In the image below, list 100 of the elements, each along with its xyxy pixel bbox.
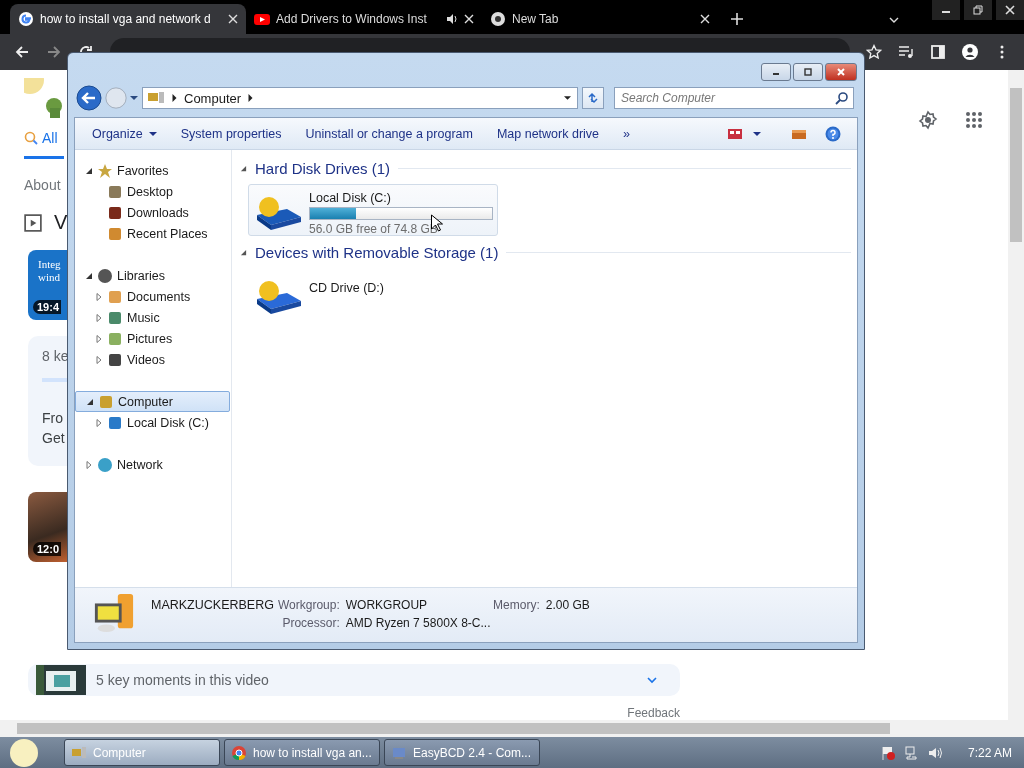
minimize-button[interactable] [761, 63, 791, 81]
expanded-icon[interactable] [240, 248, 247, 256]
detail-value: WORKGROUP [345, 598, 429, 612]
refresh-button[interactable] [582, 87, 604, 109]
duration-badge: 19:4 [33, 300, 62, 314]
collapsed-icon[interactable] [95, 313, 103, 322]
toolbar-button[interactable]: System properties [173, 122, 289, 145]
play-icon [254, 11, 270, 27]
scrollbar[interactable] [0, 720, 1024, 737]
collapsed-icon[interactable] [95, 334, 103, 343]
expanded-icon[interactable] [86, 397, 94, 406]
browser-tab[interactable]: Add Drivers to Windows Inst [246, 4, 482, 34]
nav-tree-item[interactable]: Desktop [75, 181, 230, 202]
section-heading: V [54, 211, 68, 234]
nav-tree-item[interactable]: Libraries [75, 265, 230, 286]
close-icon[interactable] [996, 0, 1024, 20]
drive-item[interactable]: CD Drive (D:) [248, 268, 498, 320]
video-thumbnail[interactable]: 12:0 [28, 492, 67, 562]
close-icon [836, 67, 846, 77]
computer-name: MARKZUCKERBERG [151, 598, 274, 612]
arrow-icon [171, 94, 178, 102]
arrow-icon [247, 94, 255, 102]
detail-label: Workgroup: [277, 598, 340, 612]
flag-icon[interactable] [879, 744, 896, 761]
refresh-icon [586, 91, 600, 105]
browser-logo-icon [490, 11, 506, 27]
browser-logo-icon [231, 744, 247, 761]
side-panel-icon[interactable] [930, 44, 946, 60]
nav-tree-item[interactable]: Music [75, 307, 230, 328]
new-tab-icon[interactable] [730, 12, 744, 26]
dropdown-icon[interactable] [564, 94, 571, 102]
collapsed-icon[interactable] [95, 292, 103, 301]
playlist-icon[interactable] [898, 44, 914, 60]
video-icon [24, 213, 42, 232]
nav-tree-item[interactable]: Downloads [75, 202, 230, 223]
star-icon[interactable] [866, 44, 882, 60]
reload-icon[interactable] [78, 44, 94, 52]
group-heading: Hard Disk Drives (1) [255, 159, 390, 177]
maximize-icon [803, 67, 813, 77]
detail-label: Memory: [493, 598, 540, 612]
collapsed-icon[interactable] [95, 355, 103, 364]
expanded-icon[interactable] [85, 271, 93, 280]
nav-tree-item[interactable]: Network [75, 454, 230, 475]
help-icon[interactable] [825, 125, 841, 142]
nav-tree-item[interactable]: Pictures [75, 328, 230, 349]
caret-icon[interactable] [753, 129, 761, 138]
back-button[interactable] [76, 85, 102, 111]
nav-tree-item[interactable]: Documents [75, 286, 230, 307]
close-button[interactable] [825, 63, 857, 81]
browser-tab[interactable]: how to install vga and network d [10, 4, 246, 34]
collapsed-icon[interactable] [85, 460, 93, 469]
maximize-button[interactable] [793, 63, 823, 81]
more-button[interactable]: » [616, 122, 637, 145]
about-text: About [24, 177, 61, 193]
detail-label: Processor: [281, 616, 340, 630]
toolbar-button[interactable]: Map network drive [489, 122, 607, 145]
star-icon [97, 162, 113, 179]
detail-value: AMD Ryzen 7 5800X 8-C... [345, 616, 492, 630]
chevron-icon [646, 674, 658, 686]
search-tab[interactable]: All [24, 130, 64, 159]
snippet-text: Fro Get [42, 409, 65, 448]
scrollbar[interactable] [1008, 70, 1024, 720]
browser-tab[interactable]: New Tab [482, 4, 718, 34]
toolbar-button[interactable]: Organize [85, 122, 164, 145]
feedback-link[interactable]: Feedback [627, 706, 680, 720]
settings-icon[interactable] [918, 110, 938, 130]
detail-value: 2.00 GB [545, 598, 590, 612]
google-icon [18, 11, 34, 27]
dropdown-icon[interactable] [130, 94, 138, 102]
close-icon[interactable] [700, 14, 710, 24]
nav-tree-item[interactable]: Local Disk (C:) [75, 412, 230, 433]
speaker-icon[interactable] [446, 13, 458, 25]
video-thumbnail[interactable]: Integ wind 19:4 [28, 250, 67, 320]
expanded-icon[interactable] [85, 166, 93, 175]
minimize-icon[interactable] [932, 0, 960, 20]
key-moments-row[interactable]: 5 key moments in this video [28, 664, 680, 696]
back-icon[interactable] [14, 44, 30, 60]
apps-icon[interactable] [964, 110, 984, 130]
duration-badge: 12:0 [33, 542, 62, 556]
nav-tree-item[interactable]: Favorites [75, 160, 230, 181]
profile-icon[interactable] [962, 44, 978, 60]
toolbar-button[interactable]: Uninstall or change a program [298, 122, 480, 145]
nav-tree-item[interactable]: Recent Places [75, 223, 230, 244]
search-icon [24, 131, 38, 145]
restore-icon[interactable] [964, 0, 992, 20]
nav-tree-item[interactable]: Videos [75, 349, 230, 370]
close-icon[interactable] [228, 14, 238, 24]
close-icon[interactable] [464, 14, 474, 24]
search-icon [835, 91, 849, 105]
search-field[interactable]: Search Computer [614, 87, 854, 109]
doodle-drawing [24, 78, 64, 118]
thumbnail-text: Integ wind [38, 258, 62, 284]
collapsed-icon[interactable] [95, 418, 103, 427]
taskbar-button[interactable]: EasyBCD 2.4 - Com... [384, 739, 540, 766]
forward-icon[interactable] [46, 44, 62, 60]
nav-tree-item[interactable]: Computer [75, 391, 230, 412]
caret-icon [148, 129, 157, 138]
expanded-icon[interactable] [240, 164, 247, 172]
address-field[interactable]: Computer [142, 87, 578, 109]
moments-text: 8 ke [42, 348, 69, 364]
